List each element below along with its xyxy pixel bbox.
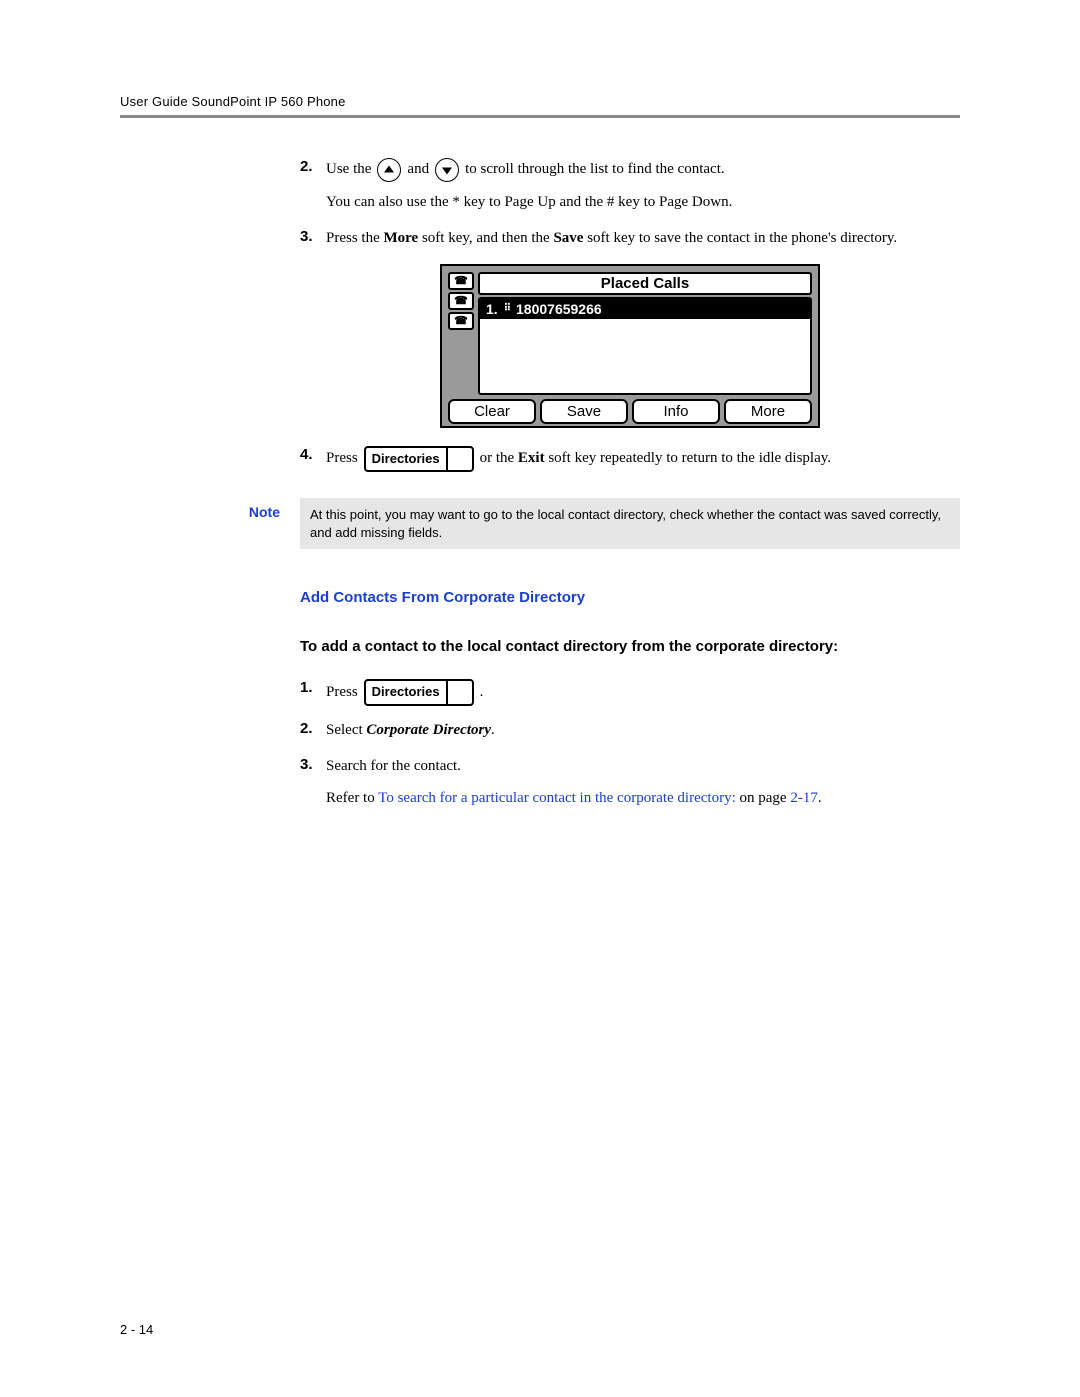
section: Add Contacts From Corporate Directory To… — [300, 589, 960, 809]
directories-button-label: Directories — [366, 681, 446, 704]
step-4: 4. Press Directories or the Exit soft ke… — [300, 446, 960, 473]
line-icons: ☎ ☎ ☎ — [448, 272, 474, 395]
running-header: User Guide SoundPoint IP 560 Phone — [120, 94, 960, 109]
step-text: on page — [736, 790, 791, 806]
softkey-name: Exit — [518, 450, 545, 466]
step-number: 4. — [300, 446, 326, 463]
call-list: 1. ⠿ 18007659266 — [478, 297, 812, 395]
header-rule — [120, 115, 960, 118]
step-text: . — [491, 722, 495, 738]
step-2: 2. Use the and to scroll through the lis… — [300, 158, 960, 214]
step-text: or the — [480, 450, 518, 466]
step-text: to scroll through the list to find the c… — [465, 159, 725, 181]
down-arrow-icon — [435, 158, 459, 182]
step-text: soft key to save the contact in the phon… — [583, 230, 897, 246]
step-b3: 3. Search for the contact. Refer to To s… — [300, 756, 960, 810]
page-number: 2 - 14 — [120, 1322, 153, 1337]
directories-button-icon: Directories — [364, 446, 474, 473]
directories-button-label: Directories — [366, 448, 446, 471]
softkey-name: More — [384, 230, 419, 246]
softkey-row: Clear Save Info More — [448, 399, 812, 424]
procedure-b: 1. Press Directories . 2. Select Corpora — [300, 679, 960, 809]
softkey-info: Info — [632, 399, 720, 424]
step-3: 3. Press the More soft key, and then the… — [300, 228, 960, 250]
softkey-name: Save — [553, 230, 583, 246]
dialpad-icon: ⠿ — [504, 303, 510, 314]
step-text: soft key repeatedly to return to the idl… — [545, 450, 831, 466]
softkey-clear: Clear — [448, 399, 536, 424]
up-arrow-icon — [377, 158, 401, 182]
step-number: 2. — [300, 158, 326, 175]
step-text: Use the — [326, 159, 371, 181]
step-text: Select — [326, 722, 366, 738]
step-text: . — [480, 682, 484, 704]
step-subtext: You can also use the * key to Page Up an… — [326, 192, 960, 214]
phone-line-icon: ☎ — [448, 272, 474, 290]
step-text: Search for the contact. — [326, 756, 960, 778]
phone-screen-figure: ☎ ☎ ☎ Placed Calls 1. ⠿ 18007659266 — [440, 264, 820, 428]
softkey-save: Save — [540, 399, 628, 424]
phone-line-icon: ☎ — [448, 292, 474, 310]
phone-number: 18007659266 — [516, 301, 602, 317]
step-number: 3. — [300, 228, 326, 245]
cross-reference-link[interactable]: To search for a particular contact in th… — [378, 790, 736, 806]
directories-button-icon: Directories — [364, 679, 474, 706]
step-b2: 2. Select Corporate Directory. — [300, 720, 960, 742]
screen-title: Placed Calls — [478, 272, 812, 295]
note-text: At this point, you may want to go to the… — [300, 498, 960, 549]
page: User Guide SoundPoint IP 560 Phone 2. Us… — [0, 0, 1080, 1397]
section-heading: Add Contacts From Corporate Directory — [300, 589, 960, 606]
step-text: Press — [326, 448, 358, 470]
call-list-row: 1. ⠿ 18007659266 — [480, 299, 810, 319]
phone-line-icon: ☎ — [448, 312, 474, 330]
procedure-heading: To add a contact to the local contact di… — [300, 636, 960, 657]
note-block: Note At this point, you may want to go t… — [220, 498, 960, 549]
step-text: Press the — [326, 230, 384, 246]
button-tab-icon — [446, 681, 472, 704]
procedure-a-cont: 4. Press Directories or the Exit soft ke… — [300, 446, 960, 473]
step-number: 2. — [300, 720, 326, 737]
menu-item-name: Corporate Directory — [366, 722, 491, 738]
step-text: and — [407, 159, 429, 181]
row-index: 1. — [486, 301, 498, 317]
note-label: Note — [220, 498, 300, 549]
step-text: Refer to — [326, 790, 378, 806]
step-number: 1. — [300, 679, 326, 696]
softkey-more: More — [724, 399, 812, 424]
content-column: 2. Use the and to scroll through the lis… — [300, 158, 960, 472]
button-tab-icon — [446, 448, 472, 471]
step-text: soft key, and then the — [418, 230, 553, 246]
page-reference-link[interactable]: 2-17 — [790, 790, 818, 806]
step-text: . — [818, 790, 822, 806]
step-number: 3. — [300, 756, 326, 773]
step-text: Press — [326, 682, 358, 704]
procedure-a: 2. Use the and to scroll through the lis… — [300, 158, 960, 250]
step-b1: 1. Press Directories . — [300, 679, 960, 706]
